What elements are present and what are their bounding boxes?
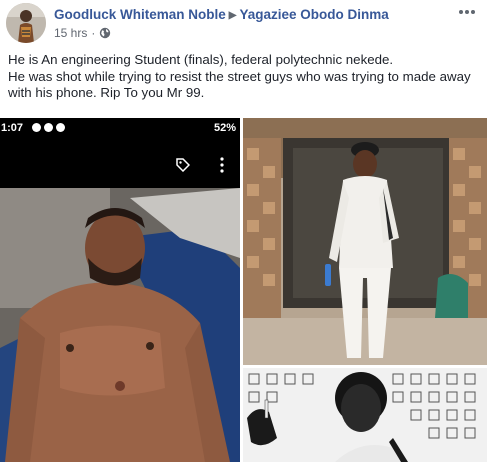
more-horizontal-icon: [459, 10, 475, 14]
phone-status-bar: 1:07 52%: [0, 118, 240, 138]
vertical-more-icon[interactable]: [218, 156, 226, 174]
post-text-line-2: He was shot while trying to resist the s…: [8, 68, 471, 101]
post-text-line-1: He is An engineering Student (finals), f…: [8, 52, 394, 67]
globe-icon[interactable]: [99, 27, 111, 39]
share-arrow-icon: ▶: [228, 10, 237, 21]
photo-bottom-right[interactable]: [243, 368, 487, 462]
status-time: 1:07: [1, 122, 24, 134]
tag-icon[interactable]: [176, 158, 190, 172]
status-battery: 52%: [213, 122, 236, 134]
status-notification-icons: [32, 123, 65, 132]
post-text: He is An engineering Student (finals), f…: [8, 52, 482, 102]
photo-top-right-image: [243, 118, 487, 365]
author-name[interactable]: Goodluck Whiteman Noble: [54, 7, 226, 22]
photo-viewer-toolbar: [0, 138, 240, 188]
post-timestamp[interactable]: 15 hrs: [54, 26, 87, 40]
more-options-button[interactable]: [455, 2, 479, 22]
avatar-image: [6, 3, 46, 43]
meta-separator: ·: [91, 26, 96, 40]
photo-bottom-right-image: [243, 368, 487, 462]
target-name[interactable]: Yagaziee Obodo Dinma: [239, 7, 388, 22]
author-line: Goodluck Whiteman Noble ▶ Yagaziee Obodo D…: [54, 7, 389, 22]
photo-top-right[interactable]: [243, 118, 487, 365]
photo-grid: 1:07 52%: [0, 118, 487, 462]
post-meta: 15 hrs ·: [54, 26, 111, 40]
photo-main[interactable]: 1:07 52%: [0, 118, 240, 462]
post-header: Goodluck Whiteman Noble ▶ Yagaziee Obodo D…: [0, 0, 487, 44]
avatar[interactable]: [6, 3, 46, 43]
